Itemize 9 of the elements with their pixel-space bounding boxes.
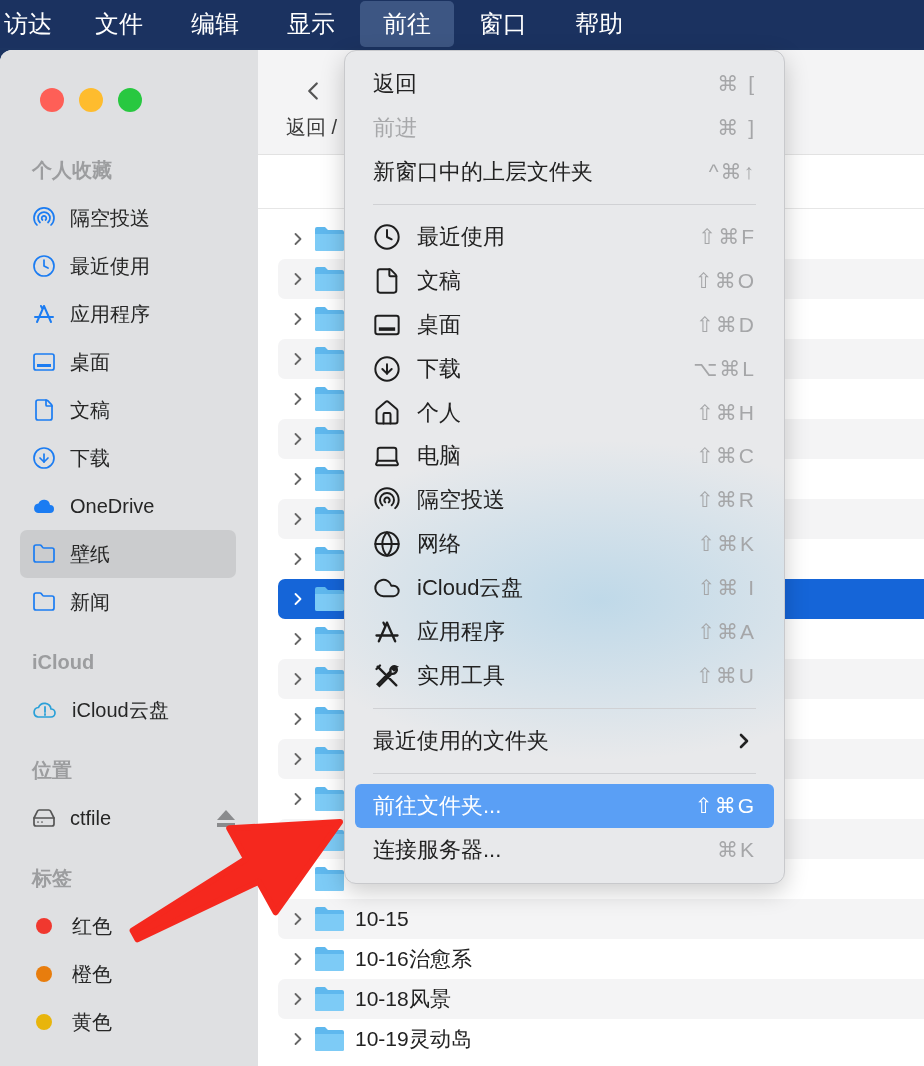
section-title: 位置 xyxy=(31,758,73,782)
section-title: 个人收藏 xyxy=(31,158,113,182)
file-name: 10-19灵动岛 xyxy=(355,1026,472,1052)
back-label: 返回 / xyxy=(286,115,338,140)
file-name: 10-18风景 xyxy=(355,986,451,1012)
file-name: 10-15 xyxy=(355,907,409,931)
section-title: iCloud xyxy=(31,650,96,674)
section-title: 标签 xyxy=(30,866,73,890)
file-name: 10-16治愈系 xyxy=(355,946,472,972)
